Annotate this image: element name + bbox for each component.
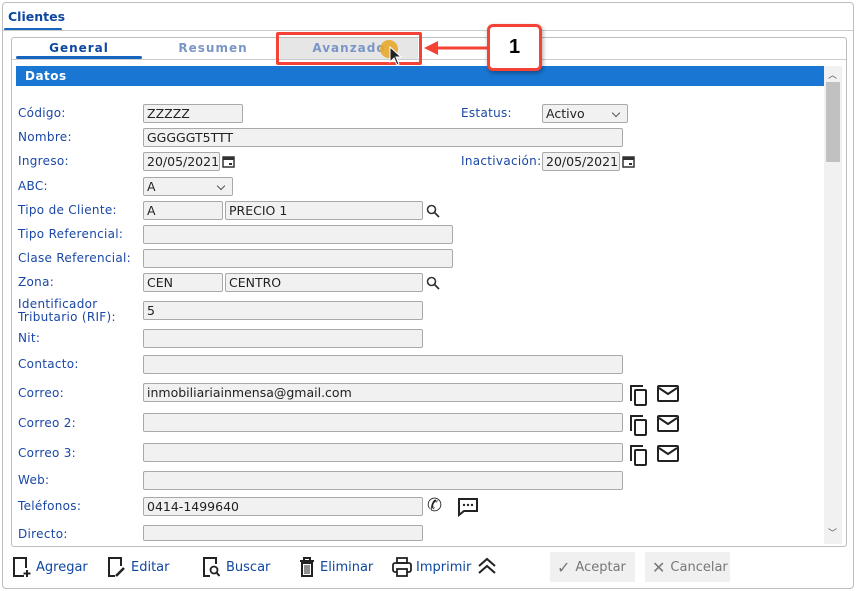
web-input[interactable] [143,471,623,490]
divider [3,30,853,31]
label-nit: Nit: [18,331,41,345]
label-inactivacion: Inactivación: [461,154,542,168]
calendar-icon[interactable] [622,155,635,171]
agregar-label: Agregar [36,559,88,575]
zona-code-input[interactable]: CEN [143,273,223,292]
label-web: Web: [18,473,50,487]
scroll-down-icon[interactable]: ﹀ [828,526,837,539]
label-correo3: Correo 3: [18,446,77,460]
divider [12,59,846,60]
label-abc: ABC: [18,179,48,193]
label-codigo: Código: [18,106,66,120]
contacto-input[interactable] [143,355,623,374]
edit-icon [108,557,125,577]
close-icon: ✕ [652,557,666,577]
label-rif: Identificador Tributario (RIF): [18,297,116,324]
nit-input[interactable] [143,329,423,348]
check-icon: ✓ [557,557,571,577]
label-directo: Directo: [18,527,68,541]
search-document-icon [203,557,221,577]
buscar-button[interactable]: Buscar [202,556,270,578]
cursor-icon [389,45,403,69]
mail-icon[interactable] [657,445,679,465]
aceptar-label: Aceptar [575,559,626,575]
correo-input[interactable]: inmobiliariainmensa@gmail.com [143,383,623,402]
scroll-up-icon[interactable]: ︿ [828,68,837,81]
copy-icon[interactable] [629,444,649,469]
label-tipo-cliente: Tipo de Cliente: [18,203,117,217]
abc-select[interactable]: A [143,177,233,196]
correo3-input[interactable] [143,443,623,462]
correo2-input[interactable] [143,413,623,432]
eliminar-label: Eliminar [320,559,374,575]
calendar-icon[interactable] [222,155,235,171]
copy-icon[interactable] [629,414,649,439]
search-icon[interactable] [426,204,440,221]
agregar-button[interactable]: Agregar [12,556,88,578]
tipo-referencial-input[interactable] [143,225,453,244]
buscar-label: Buscar [226,559,271,575]
aceptar-button[interactable]: ✓ Aceptar [550,552,635,582]
mail-icon[interactable] [657,385,679,405]
label-contacto: Contacto: [18,357,79,371]
label-ingreso: Ingreso: [18,154,69,168]
annotation-arrow [424,40,490,59]
inactivacion-date-input[interactable]: 20/05/2021 [542,152,620,171]
mail-icon[interactable] [657,415,679,435]
tipo-cliente-desc-input: PRECIO 1 [225,201,423,220]
clase-referencial-input[interactable] [143,249,453,268]
tab-clientes[interactable]: Clientes [8,9,65,24]
add-document-icon [13,557,31,577]
zona-desc-input: CENTRO [225,273,423,292]
directo-input[interactable] [143,525,423,541]
collapse-up-icon[interactable] [477,557,497,578]
label-nombre: Nombre: [18,130,72,144]
editar-label: Editar [131,559,170,575]
estatus-select[interactable]: Activo [542,104,628,123]
nombre-input[interactable]: GGGGGT5TTT [143,128,623,147]
label-tipo-referencial: Tipo Referencial: [18,227,124,241]
cancelar-button[interactable]: ✕ Cancelar [645,552,730,582]
label-zona: Zona: [18,275,55,289]
eliminar-button[interactable]: Eliminar [298,556,373,578]
annotation-number-badge: 1 [487,24,542,71]
rif-input[interactable]: 5 [143,301,423,320]
trash-icon [300,557,314,577]
tab-resumen[interactable]: Resumen [150,41,276,55]
tipo-cliente-code-input[interactable]: A [143,201,223,220]
imprimir-button[interactable]: Imprimir [392,556,471,578]
label-clase-referencial: Clase Referencial: [18,251,132,265]
search-icon[interactable] [426,276,440,293]
section-header-datos: Datos [16,66,824,86]
tab-general[interactable]: General [16,41,142,55]
label-correo2: Correo 2: [18,416,77,430]
ingreso-date-input[interactable]: 20/05/2021 [143,152,220,171]
cancelar-label: Cancelar [670,559,728,575]
label-correo: Correo: [18,386,64,400]
copy-icon[interactable] [629,384,649,409]
label-telefonos: Teléfonos: [18,499,82,513]
printer-icon [392,557,412,577]
codigo-input[interactable]: ZZZZZ [143,104,243,123]
label-estatus: Estatus: [461,106,512,120]
phone-call-icon[interactable]: ✆ [427,495,442,516]
scrollbar-thumb[interactable] [826,82,840,162]
telefonos-input[interactable]: 0414-1499640 [143,497,423,516]
imprimir-label: Imprimir [416,559,472,575]
message-icon[interactable] [457,497,479,520]
editar-button[interactable]: Editar [107,556,170,578]
